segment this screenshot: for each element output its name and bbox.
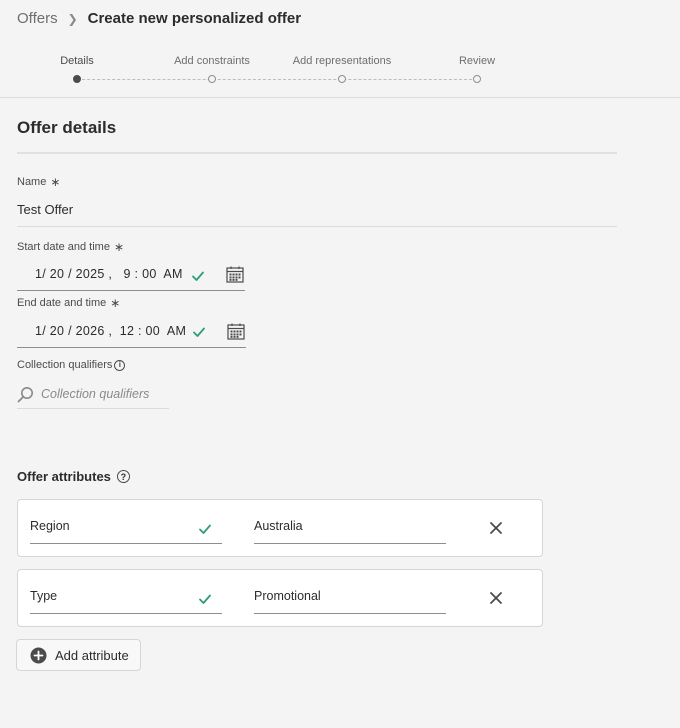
info-icon[interactable]: i — [114, 359, 126, 371]
start-date-label-text: Start date and time — [17, 241, 110, 253]
step-label: Review — [458, 55, 496, 67]
collection-qualifiers-input[interactable] — [41, 384, 169, 404]
step-add-constraints[interactable]: Add constraints — [147, 52, 277, 83]
chevron-right-icon: ❯ — [67, 11, 78, 26]
end-date-field[interactable]: 1/ 20 / 2026 , 12 : 00 AM — [17, 318, 246, 348]
close-icon[interactable] — [488, 520, 504, 536]
end-date-label: End date and time ∗ — [17, 296, 120, 310]
step-add-representations[interactable]: Add representations — [277, 52, 407, 83]
close-icon[interactable] — [488, 590, 504, 606]
attribute-value-value[interactable]: Australia — [254, 519, 303, 533]
search-icon — [17, 387, 33, 403]
calendar-icon[interactable] — [226, 266, 244, 283]
attribute-row: Region Australia — [17, 499, 543, 557]
check-icon — [192, 271, 204, 281]
section-divider — [17, 152, 617, 154]
attribute-key-value[interactable]: Type — [30, 589, 57, 603]
add-attribute-label: Add attribute — [55, 647, 129, 663]
required-mark: ∗ — [113, 240, 125, 254]
add-attribute-button[interactable]: Add attribute — [16, 639, 141, 671]
required-mark: ∗ — [110, 296, 121, 310]
collection-qualifiers-label-text: Collection qualifiers — [17, 359, 113, 371]
attribute-value-field[interactable]: Promotional — [254, 582, 446, 614]
step-label: Details — [60, 55, 94, 67]
attribute-value-value[interactable]: Promotional — [254, 589, 321, 603]
help-icon[interactable]: ? — [116, 470, 130, 483]
attribute-key-field[interactable]: Type — [30, 582, 222, 614]
step-indicator — [73, 75, 81, 83]
end-date-label-text: End date and time — [17, 297, 107, 309]
wizard-stepper: Details Add constraints Add representati… — [0, 52, 680, 92]
page-header: Offers ❯ Create new personalized offer D… — [0, 0, 680, 98]
start-date-label: Start date and time ∗ — [17, 240, 124, 254]
step-indicator — [208, 75, 216, 83]
add-circle-icon — [30, 647, 47, 663]
check-icon — [199, 594, 211, 604]
step-details[interactable]: Details — [12, 52, 142, 83]
check-icon — [193, 327, 205, 337]
offer-attributes-heading: Offer attributes ? — [17, 469, 130, 484]
attribute-row: Type Promotional — [17, 569, 543, 627]
step-label: Add representations — [292, 55, 392, 67]
attribute-key-field[interactable]: Region — [30, 512, 222, 544]
name-label: Name ∗ — [17, 175, 60, 189]
end-date-value[interactable]: 1/ 20 / 2026 , 12 : 00 AM — [35, 324, 186, 338]
name-label-text: Name — [17, 176, 47, 188]
name-field[interactable]: Test Offer — [17, 194, 617, 227]
offer-details-heading: Offer details — [17, 118, 117, 137]
calendar-icon[interactable] — [227, 323, 245, 340]
stepper-track — [77, 79, 477, 80]
step-review[interactable]: Review — [412, 52, 542, 83]
step-indicator — [473, 75, 481, 83]
attribute-value-field[interactable]: Australia — [254, 512, 446, 544]
breadcrumb: Offers ❯ Create new personalized offer — [17, 10, 301, 27]
start-date-field[interactable]: 1/ 20 / 2025 , 9 : 00 AM — [17, 261, 245, 291]
offer-attributes-heading-text: Offer attributes — [17, 469, 111, 484]
step-indicator — [338, 75, 346, 83]
step-label: Add constraints — [174, 55, 250, 67]
check-icon — [199, 524, 211, 534]
breadcrumb-offers-link[interactable]: Offers — [17, 10, 58, 27]
start-date-value[interactable]: 1/ 20 / 2025 , 9 : 00 AM — [35, 267, 183, 281]
page-title: Create new personalized offer — [87, 10, 302, 27]
attribute-key-value[interactable]: Region — [30, 519, 70, 533]
required-mark: ∗ — [50, 175, 61, 189]
collection-qualifiers-field — [17, 378, 169, 409]
collection-qualifiers-label: Collection qualifiers i — [17, 359, 126, 371]
